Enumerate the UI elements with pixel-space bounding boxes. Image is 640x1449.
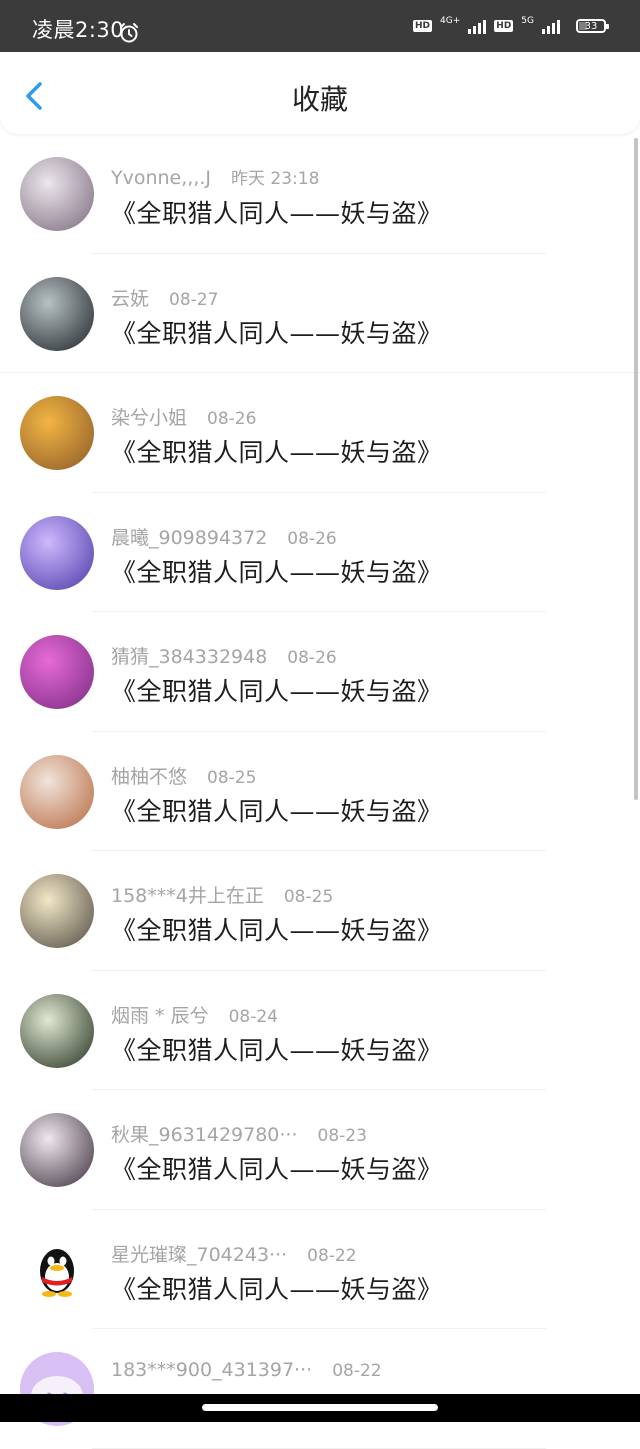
username[interactable]: 云妩 <box>111 284 149 311</box>
system-navigation-bar <box>0 1394 640 1422</box>
item-meta: 云妩 08-27 <box>111 284 219 311</box>
username[interactable]: 染兮小姐 <box>111 403 187 430</box>
favorite-title[interactable]: 《全职猎人同人——妖与盗》 <box>111 672 443 708</box>
favorite-title[interactable]: 《全职猎人同人——妖与盗》 <box>111 194 443 230</box>
favorite-date: 08-22 <box>332 1361 382 1381</box>
favorite-item[interactable]: 柚柚不悠 08-25 《全职猎人同人——妖与盗》 <box>0 732 640 851</box>
anime-girl-flowers-avatar[interactable] <box>20 396 94 470</box>
favorite-title[interactable]: 《全职猎人同人——妖与盗》 <box>111 1031 443 1067</box>
username[interactable]: 183***900_431397··· <box>111 1359 312 1381</box>
username[interactable]: Yvonne,,,.J <box>111 167 211 189</box>
favorite-title[interactable]: 《全职猎人同人——妖与盗》 <box>111 314 443 350</box>
favorite-item[interactable]: 秋果_9631429780··· 08-23 《全职猎人同人——妖与盗》 <box>0 1090 640 1210</box>
item-meta: 158***4井上在正 08-25 <box>111 881 334 908</box>
favorite-date: 08-26 <box>287 528 337 549</box>
username[interactable]: 秋果_9631429780··· <box>111 1120 298 1147</box>
signal-strength-icon-2 <box>542 18 560 34</box>
signal-strength-icon <box>468 18 487 34</box>
favorite-date: 昨天 23:18 <box>231 169 320 189</box>
username[interactable]: 晨曦_909894372 <box>111 523 267 550</box>
favorite-item[interactable]: 烟雨 * 辰兮 08-24 《全职猎人同人——妖与盗》 <box>0 971 640 1090</box>
starry-scene-avatar[interactable] <box>20 515 94 590</box>
status-time: 凌晨2:30 <box>32 18 125 42</box>
favorite-date: 08-22 <box>307 1245 357 1266</box>
item-meta: 秋果_9631429780··· 08-23 <box>111 1120 367 1147</box>
qq-penguin-avatar[interactable] <box>20 1232 94 1307</box>
hd-badge-2: HD <box>494 20 514 32</box>
anime-redhead-avatar[interactable] <box>20 754 94 829</box>
favorite-item[interactable]: 染兮小姐 08-26 《全职猎人同人——妖与盗》 <box>0 373 640 493</box>
item-meta: 染兮小姐 08-26 <box>111 403 257 430</box>
hd-badge: HD <box>413 20 433 32</box>
alarm-clock-icon <box>120 23 138 43</box>
favorites-list: Yvonne,,,.J 昨天 23:18 《全职猎人同人——妖与盗》 云妩 08-27 《… <box>0 134 640 1449</box>
portrait-girl-avatar[interactable] <box>20 157 94 231</box>
favorite-item[interactable]: 猜猜_384332948 08-26 《全职猎人同人——妖与盗》 <box>0 612 640 732</box>
username[interactable]: 柚柚不悠 <box>111 762 187 789</box>
item-meta: 星光璀璨_704243··· 08-22 <box>111 1240 357 1267</box>
portrait-boy-avatar[interactable] <box>20 276 94 351</box>
network-type-label: 4G+ <box>440 15 461 26</box>
favorite-title[interactable]: 《全职猎人同人——妖与盗》 <box>111 1270 443 1306</box>
username[interactable]: 猜猜_384332948 <box>111 642 267 669</box>
username[interactable]: 158***4井上在正 <box>111 881 264 908</box>
home-indicator[interactable] <box>202 1404 438 1411</box>
favorite-title[interactable]: 《全职猎人同人——妖与盗》 <box>111 1150 443 1186</box>
scrollbar-thumb[interactable] <box>634 138 638 800</box>
favorite-item[interactable]: 158***4井上在正 08-25 《全职猎人同人——妖与盗》 <box>0 851 640 971</box>
favorite-item[interactable]: 星光璀璨_704243··· 08-22 《全职猎人同人——妖与盗》 <box>0 1210 640 1329</box>
divider <box>92 1447 546 1449</box>
favorite-date: 08-24 <box>228 1006 278 1027</box>
anime-dark-hair-avatar[interactable] <box>20 1113 94 1187</box>
favorite-date: 08-23 <box>317 1126 367 1146</box>
favorite-title[interactable]: 《全职猎人同人——妖与盗》 <box>111 433 443 469</box>
purple-tree-avatar[interactable] <box>20 635 94 709</box>
favorite-date: 08-26 <box>207 409 257 429</box>
item-meta: 晨曦_909894372 08-26 <box>111 523 337 550</box>
username[interactable]: 星光璀璨_704243··· <box>111 1240 287 1267</box>
man-in-park-avatar[interactable] <box>20 993 94 1068</box>
status-indicators: HD 4G+ HD 5G 33 <box>413 15 609 34</box>
favorite-item[interactable]: 183***900_431397···08-22《全职猎人同人——妖与盗》 <box>0 1329 640 1449</box>
item-meta: 烟雨 * 辰兮 08-24 <box>111 1001 278 1028</box>
page-title: 收藏 <box>291 83 348 116</box>
battery-percent: 33 <box>584 20 598 32</box>
battery-icon: 33 <box>576 19 609 33</box>
status-bar: 凌晨2:30 HD 4G+ HD 5G 33 <box>0 0 640 52</box>
favorite-date: 08-25 <box>283 887 334 907</box>
favorite-title[interactable]: 《全职猎人同人——妖与盗》 <box>111 792 443 828</box>
favorite-date: 08-25 <box>207 767 257 788</box>
favorite-title[interactable]: 《全职猎人同人——妖与盗》 <box>111 553 443 589</box>
username[interactable]: 烟雨 * 辰兮 <box>111 1001 209 1028</box>
favorite-date: 08-26 <box>287 648 337 668</box>
favorite-item[interactable]: 云妩 08-27 《全职猎人同人——妖与盗》 <box>0 254 640 373</box>
favorite-item[interactable]: 晨曦_909894372 08-26 《全职猎人同人——妖与盗》 <box>0 493 640 612</box>
header-bar: 收藏 <box>0 52 640 134</box>
item-meta: 183***900_431397··· 08-22 <box>111 1359 382 1383</box>
favorite-date: 08-27 <box>169 289 219 310</box>
item-meta: 柚柚不悠 08-25 <box>111 762 257 789</box>
network-type-label-2: 5G <box>521 15 534 26</box>
building-photo-avatar[interactable] <box>20 874 94 948</box>
favorite-title[interactable]: 《全职猎人同人——妖与盗》 <box>111 911 443 947</box>
item-meta: Yvonne,,,.J 昨天 23:18 <box>111 164 320 189</box>
item-meta: 猜猜_384332948 08-26 <box>111 642 337 669</box>
favorite-item[interactable]: Yvonne,,,.J 昨天 23:18 《全职猎人同人——妖与盗》 <box>0 134 640 254</box>
